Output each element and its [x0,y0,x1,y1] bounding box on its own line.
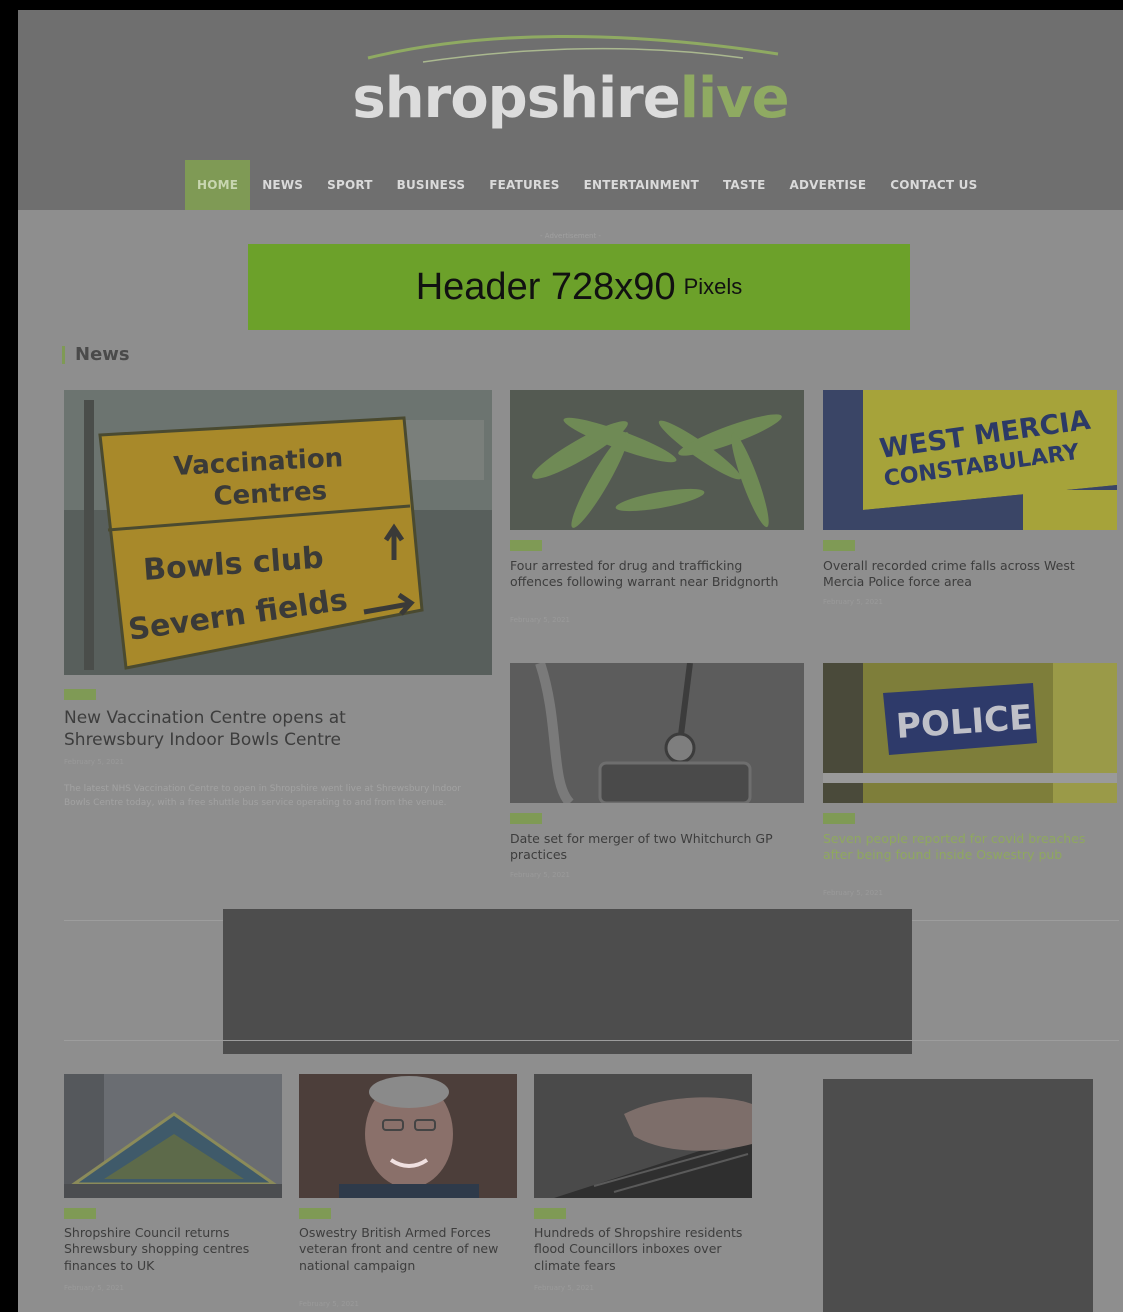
nav-contact-us[interactable]: CONTACT US [878,160,989,210]
bottom-1-category-tag[interactable] [64,1208,96,1219]
laptop-typing-image [534,1074,752,1198]
section-title: News [62,344,130,365]
bottom-1-image[interactable] [64,1074,282,1198]
grid-3-image[interactable] [510,663,804,803]
bottom-2-headline[interactable]: Oswestry British Armed Forces veteran fr… [299,1225,509,1274]
grid-3-category-tag[interactable] [510,813,542,824]
nav-entertainment[interactable]: ENTERTAINMENT [572,160,711,210]
logo-main: shropshire [352,66,680,131]
nav-home[interactable]: HOME [185,160,251,210]
grid-1-category-tag[interactable] [510,540,542,551]
banner-size-text: Header 728x90 [415,265,676,308]
grid-4-date: February 5, 2021 [823,889,883,897]
featured-date: February 5, 2021 [64,758,124,766]
nav-sport[interactable]: SPORT [315,160,385,210]
grid-4-headline[interactable]: Seven people reported for covid breaches… [823,831,1113,864]
grid-4-category-tag[interactable] [823,813,855,824]
grid-2-image[interactable]: WEST MERCIA CONSTABULARY [823,390,1117,530]
cannabis-plant-image [510,390,804,530]
bottom-3-category-tag[interactable] [534,1208,566,1219]
nav-advertise[interactable]: ADVERTISE [778,160,879,210]
section-divider [64,1040,1119,1041]
site-header: shropshirelive HOME NEWS SPORT BUSINESS … [18,10,1123,210]
featured-category-tag[interactable] [64,689,96,700]
bottom-2-date: February 5, 2021 [299,1300,359,1308]
grid-2-headline[interactable]: Overall recorded crime falls across West… [823,558,1113,591]
nav-taste[interactable]: TASTE [711,160,778,210]
page-frame: shropshirelive HOME NEWS SPORT BUSINESS … [18,10,1123,1312]
grid-2-category-tag[interactable] [823,540,855,551]
advertisement-label: - Advertisement - [540,232,601,240]
header-ad-banner[interactable]: Header 728x90 Pixels [248,244,910,330]
logo-accent: live [679,66,790,131]
grid-1-headline[interactable]: Four arrested for drug and trafficking o… [510,558,795,591]
shopping-centre-image [64,1074,282,1198]
grid-1-date: February 5, 2021 [510,616,570,624]
grid-4-image[interactable]: POLICE [823,663,1117,803]
main-nav: HOME NEWS SPORT BUSINESS FEATURES ENTERT… [185,160,989,210]
stethoscope-image [510,663,804,803]
nav-news[interactable]: NEWS [250,160,315,210]
featured-headline[interactable]: New Vaccination Centre opens at Shrewsbu… [64,707,444,751]
featured-excerpt: The latest NHS Vaccination Centre to ope… [64,784,461,808]
section-title-text: News [75,344,130,365]
vaccination-sign-image: Vaccination Centres Bowls club Severn fi… [64,390,492,675]
site-logo[interactable]: shropshirelive [18,66,1123,131]
featured-image[interactable]: Vaccination Centres Bowls club Severn fi… [64,390,492,675]
sign-line-2: Centres [213,476,328,512]
bottom-1-headline[interactable]: Shropshire Council returns Shrewsbury sh… [64,1225,274,1274]
grid-3-date: February 5, 2021 [510,871,570,879]
veteran-portrait-image [299,1074,517,1198]
bottom-2-category-tag[interactable] [299,1208,331,1219]
content-placeholder [223,909,912,1054]
grid-1-image[interactable] [510,390,804,530]
nav-features[interactable]: FEATURES [477,160,571,210]
bottom-1-date: February 5, 2021 [64,1284,124,1292]
bottom-3-headline[interactable]: Hundreds of Shropshire residents flood C… [534,1225,744,1274]
grid-3-headline[interactable]: Date set for merger of two Whitchurch GP… [510,831,805,864]
section-title-bar [62,345,65,364]
police-car-image: WEST MERCIA CONSTABULARY [823,390,1117,530]
police-officer-image: POLICE [823,663,1117,803]
bottom-3-date: February 5, 2021 [534,1284,594,1292]
bottom-2-image[interactable] [299,1074,517,1198]
bottom-3-image[interactable] [534,1074,752,1198]
sidebar-placeholder [823,1079,1093,1312]
nav-business[interactable]: BUSINESS [385,160,478,210]
grid-2-date: February 5, 2021 [823,598,883,606]
banner-unit-text: Pixels [683,274,743,299]
